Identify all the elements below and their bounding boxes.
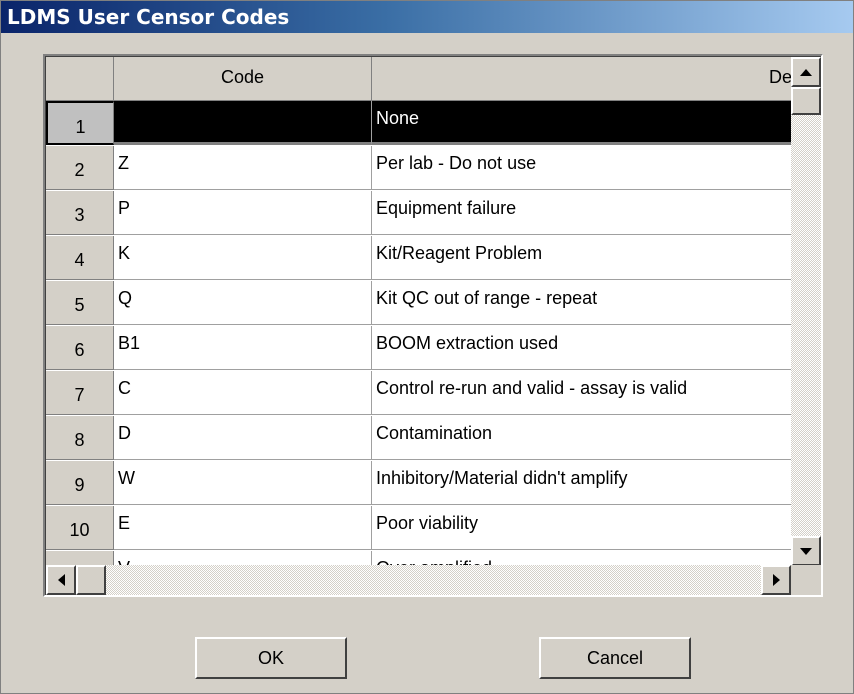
horizontal-scrollbar[interactable]	[46, 565, 791, 595]
window-title: LDMS User Censor Codes	[1, 1, 853, 33]
code-cell[interactable]: Q	[114, 281, 372, 325]
table-row[interactable]: 10 E Poor viability	[46, 506, 821, 550]
vertical-scrollbar[interactable]	[791, 57, 821, 566]
horizontal-scroll-thumb[interactable]	[76, 565, 106, 595]
description-cell[interactable]: Kit QC out of range - repeat	[372, 281, 821, 325]
table-row[interactable]: 8 D Contamination	[46, 416, 821, 460]
censor-codes-grid[interactable]: Code Descri 1None2ZPer lab - Do not use3…	[43, 54, 823, 597]
scrollbar-corner	[791, 565, 821, 595]
grid-header: Code Descri	[46, 57, 821, 101]
row-number[interactable]: 3	[46, 191, 114, 235]
code-cell[interactable]: W	[114, 461, 372, 505]
code-cell[interactable]: B1	[114, 326, 372, 370]
column-header-code[interactable]: Code	[114, 57, 372, 101]
code-cell[interactable]: P	[114, 191, 372, 235]
description-cell[interactable]: Per lab - Do not use	[372, 146, 821, 190]
table-row[interactable]: 1 None	[46, 101, 821, 145]
description-cell[interactable]: BOOM extraction used	[372, 326, 821, 370]
table-row[interactable]: 7 C Control re-run and valid - assay is va…	[46, 371, 821, 415]
table-row[interactable]: 9 W Inhibitory/Material didn't amplify	[46, 461, 821, 505]
scroll-down-button[interactable]	[791, 536, 821, 566]
row-number[interactable]: 6	[46, 326, 114, 370]
arrow-up-icon	[800, 68, 812, 76]
description-cell[interactable]: Equipment failure	[372, 191, 821, 235]
description-cell[interactable]: Kit/Reagent Problem	[372, 236, 821, 280]
row-number[interactable]: 9	[46, 461, 114, 505]
cancel-button[interactable]: Cancel	[539, 637, 691, 679]
vertical-scroll-thumb[interactable]	[791, 87, 821, 115]
ok-button[interactable]: OK	[195, 637, 347, 679]
row-number[interactable]: 4	[46, 236, 114, 280]
scroll-up-button[interactable]	[791, 57, 821, 87]
table-row[interactable]: 5 Q Kit QC out of range - repeat	[46, 281, 821, 325]
description-cell[interactable]: Control re-run and valid - assay is vali…	[372, 371, 821, 415]
row-number[interactable]: 2	[46, 146, 114, 190]
description-cell[interactable]: Contamination	[372, 416, 821, 460]
arrow-left-icon	[57, 574, 65, 586]
scroll-left-button[interactable]	[46, 565, 76, 595]
table-row[interactable]: 2 Z Per lab - Do not use	[46, 146, 821, 190]
scroll-right-button[interactable]	[761, 565, 791, 595]
arrow-right-icon	[772, 574, 780, 586]
code-cell[interactable]: K	[114, 236, 372, 280]
code-cell[interactable]: Z	[114, 146, 372, 190]
code-cell[interactable]: D	[114, 416, 372, 460]
row-number[interactable]: 1	[46, 101, 114, 145]
description-cell[interactable]: None	[372, 101, 821, 145]
table-row[interactable]: 6 B1 BOOM extraction used	[46, 326, 821, 370]
row-number[interactable]: 5	[46, 281, 114, 325]
row-header-corner[interactable]	[46, 57, 114, 101]
row-number[interactable]: 7	[46, 371, 114, 415]
row-number[interactable]: 10	[46, 506, 114, 550]
column-header-description[interactable]: Descri	[372, 57, 821, 101]
description-cell[interactable]: Inhibitory/Material didn't amplify	[372, 461, 821, 505]
table-row[interactable]: 3 P Equipment failure	[46, 191, 821, 235]
row-number[interactable]: 8	[46, 416, 114, 460]
code-cell[interactable]	[114, 101, 372, 145]
description-cell[interactable]: Poor viability	[372, 506, 821, 550]
code-cell[interactable]: C	[114, 371, 372, 415]
censor-codes-dialog: LDMS User Censor Codes Code Descri 1 None…	[0, 0, 854, 694]
code-cell[interactable]: E	[114, 506, 372, 550]
arrow-down-icon	[800, 547, 812, 555]
table-row[interactable]: 4 K Kit/Reagent Problem	[46, 236, 821, 280]
